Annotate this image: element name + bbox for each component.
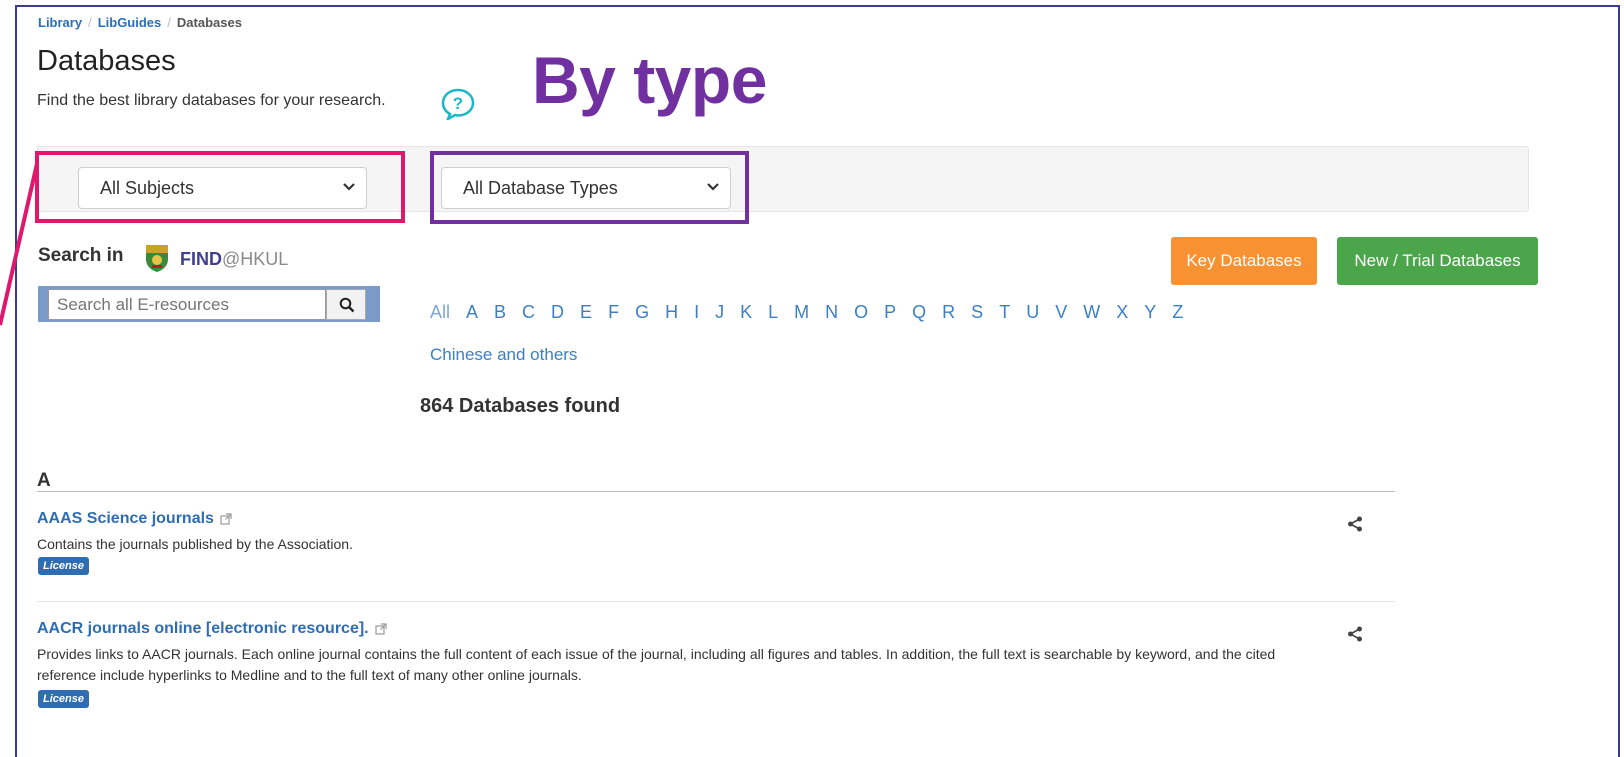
az-letter-link[interactable]: S [971, 302, 983, 323]
az-letter-link[interactable]: E [580, 302, 592, 323]
az-letter-link[interactable]: U [1026, 302, 1039, 323]
key-databases-button[interactable]: Key Databases [1171, 237, 1317, 285]
az-letter-link[interactable]: T [999, 302, 1010, 323]
database-title-link[interactable]: AACR journals online [electronic resourc… [37, 620, 387, 638]
az-letter-link[interactable]: Z [1172, 302, 1183, 323]
search-button[interactable] [326, 289, 366, 320]
license-badge: License [38, 690, 89, 708]
az-letter-link[interactable]: L [768, 302, 778, 323]
az-letter-link[interactable]: A [466, 302, 478, 323]
az-letter-link[interactable]: N [825, 302, 838, 323]
az-letter-link[interactable]: K [740, 302, 752, 323]
az-letter-link[interactable]: Q [912, 302, 926, 323]
az-letter-link[interactable]: H [665, 302, 678, 323]
az-letter-link[interactable]: R [942, 302, 955, 323]
database-description: Contains the journals published by the A… [37, 536, 353, 552]
find-hkul-logo: FIND@HKUL [180, 249, 289, 269]
results-count: 864 Databases found [420, 395, 621, 417]
search-input[interactable] [48, 289, 326, 320]
az-letter-link[interactable]: F [608, 302, 619, 323]
az-letter-link[interactable]: I [694, 302, 699, 323]
external-link-icon [375, 623, 387, 635]
external-link-icon [220, 513, 232, 525]
az-letter-link[interactable]: G [635, 302, 649, 323]
overlay-heading: By type [532, 43, 767, 117]
page-subtitle: Find the best library databases for your… [37, 92, 386, 109]
divider [37, 601, 1395, 602]
az-letter-link[interactable]: O [854, 302, 868, 323]
breadcrumb-library[interactable]: Library [38, 15, 82, 30]
az-all-link[interactable]: All [430, 302, 450, 323]
license-badge: License [38, 557, 89, 575]
types-highlight-box [430, 151, 749, 224]
database-description: Provides links to AACR journals. Each on… [37, 646, 1276, 683]
az-letter-link[interactable]: X [1116, 302, 1128, 323]
letter-heading: A [37, 470, 51, 491]
breadcrumb-current: Databases [176, 15, 242, 30]
search-in-label: Search in [38, 245, 124, 266]
page-title: Databases [37, 45, 176, 77]
breadcrumb: Library / LibGuides / Databases [38, 15, 242, 30]
az-letter-link[interactable]: C [522, 302, 535, 323]
az-chinese-link[interactable]: Chinese and others [430, 345, 577, 365]
az-letter-link[interactable]: M [794, 302, 809, 323]
share-icon[interactable] [1347, 516, 1363, 532]
svg-text:?: ? [453, 94, 463, 113]
breadcrumb-libguides[interactable]: LibGuides [98, 15, 162, 30]
divider [37, 491, 1395, 492]
az-letter-link[interactable]: Y [1144, 302, 1156, 323]
help-icon[interactable]: ? [441, 88, 475, 120]
database-title-link[interactable]: AAAS Science journals [37, 510, 232, 528]
subjects-highlight-box [35, 151, 405, 223]
az-letter-link[interactable]: D [551, 302, 564, 323]
az-letter-link[interactable]: J [715, 302, 724, 323]
az-letter-link[interactable]: W [1083, 302, 1100, 323]
new-trial-databases-button[interactable]: New / Trial Databases [1337, 237, 1538, 285]
az-letter-link[interactable]: V [1055, 302, 1067, 323]
az-letter-link[interactable]: P [884, 302, 896, 323]
az-letter-link[interactable]: B [494, 302, 506, 323]
az-index: All A B C D E F G H I J K L M N O P Q R S T U V W X Y Z [430, 302, 1199, 323]
hku-crest-icon [146, 245, 168, 272]
share-icon[interactable] [1347, 626, 1363, 642]
search-icon [339, 297, 355, 313]
